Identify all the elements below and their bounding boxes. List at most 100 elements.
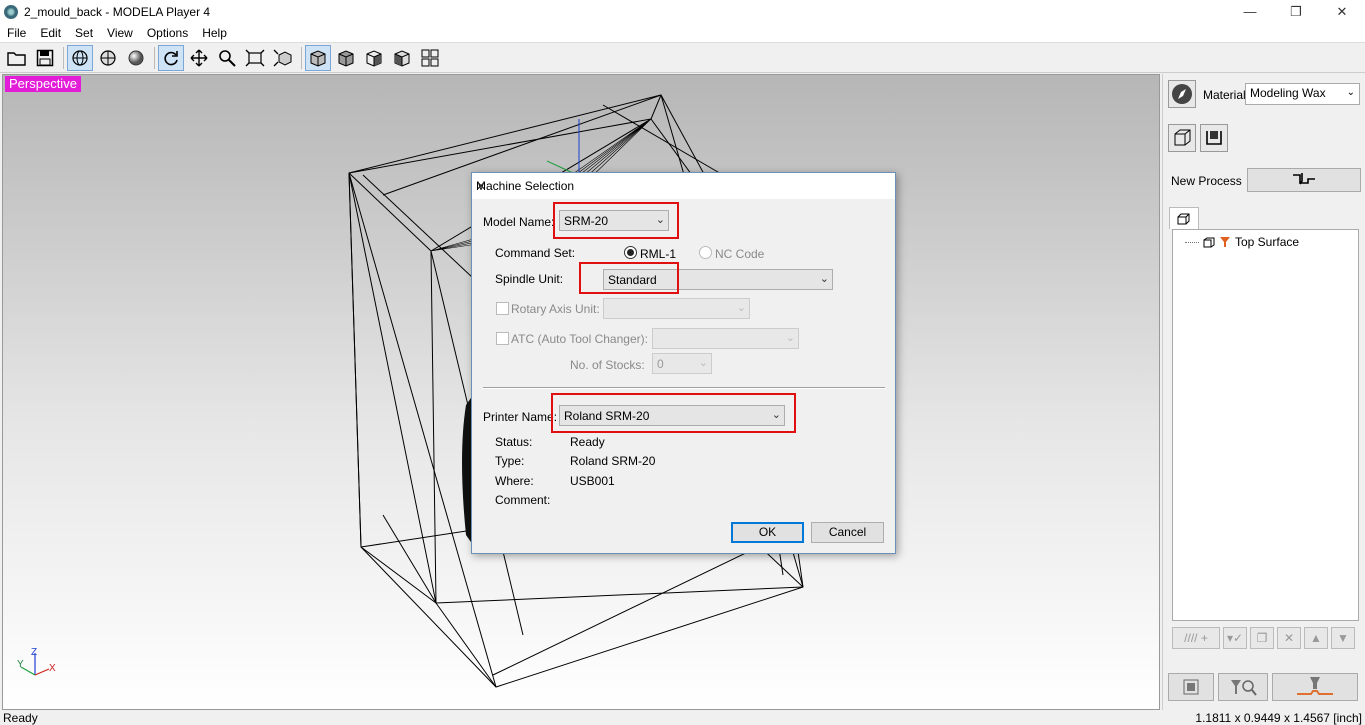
menu-set[interactable]: Set xyxy=(68,26,100,40)
model-dimensions: 1.1811 x 0.9449 x 1.4567 [inch] xyxy=(1195,711,1362,725)
cut-output-icon[interactable] xyxy=(1272,673,1358,701)
menu-help[interactable]: Help xyxy=(195,26,234,40)
menu-bar: File Edit Set View Options Help xyxy=(0,23,1365,43)
zoom-icon[interactable] xyxy=(214,45,240,71)
cancel-button[interactable]: Cancel xyxy=(811,522,884,543)
pan-icon[interactable] xyxy=(186,45,212,71)
copy-icon[interactable]: ❐ xyxy=(1250,627,1274,649)
cutting-tool-icon xyxy=(1220,237,1230,247)
origin-button[interactable] xyxy=(1200,124,1228,152)
process-tab[interactable] xyxy=(1169,207,1199,229)
model-name-label: Model Name: xyxy=(483,215,555,229)
front-cube-icon[interactable] xyxy=(305,45,331,71)
move-down-icon[interactable]: ▼ xyxy=(1331,627,1355,649)
highlight-box xyxy=(551,393,796,433)
status-bar: Ready 1.1811 x 0.9449 x 1.4567 [inch] xyxy=(0,711,1365,725)
status-text: Ready xyxy=(3,711,38,725)
open-folder-icon[interactable] xyxy=(4,45,30,71)
where-value: USB001 xyxy=(570,474,615,488)
top-cube-icon[interactable] xyxy=(333,45,359,71)
new-process-button[interactable] xyxy=(1247,168,1361,192)
zoom-extents-icon[interactable] xyxy=(270,45,296,71)
chevron-down-icon: ⌄ xyxy=(785,332,795,344)
window-title: 2_mould_back - MODELA Player 4 xyxy=(24,4,211,19)
process-tree: Top Surface xyxy=(1172,229,1359,621)
compass-icon xyxy=(1172,84,1192,104)
chevron-down-icon: ⌄ xyxy=(698,357,708,369)
rml1-label: RML-1 xyxy=(640,247,677,261)
new-process-label: New Process xyxy=(1171,174,1242,188)
highlight-box xyxy=(553,202,679,239)
rotary-axis-label: Rotary Axis Unit: xyxy=(511,302,600,316)
multi-view-icon[interactable] xyxy=(417,45,443,71)
rml1-radio[interactable] xyxy=(624,246,637,259)
material-button[interactable] xyxy=(1168,80,1196,108)
type-value: Roland SRM-20 xyxy=(570,454,656,468)
process-panel: Material Modeling Wax ⌄ New Process Top S… xyxy=(1162,74,1365,710)
status-value: Ready xyxy=(570,435,605,449)
tree-toolbar: //// + ▾✓ ❐ ✕ ▲ ▼ xyxy=(1172,627,1355,649)
atc-checkbox[interactable] xyxy=(496,332,509,345)
material-label: Material xyxy=(1203,88,1246,102)
chevron-down-icon: ⌄ xyxy=(1346,87,1355,98)
menu-view[interactable]: View xyxy=(100,26,140,40)
title-bar: 2_mould_back - MODELA Player 4 — ❐ ✕ xyxy=(0,0,1365,23)
toolbar xyxy=(0,44,1365,73)
iso-cube-icon[interactable] xyxy=(389,45,415,71)
tree-item-label: Top Surface xyxy=(1235,235,1300,249)
move-up-icon[interactable]: ▲ xyxy=(1304,627,1328,649)
output-toolbar xyxy=(1168,673,1358,701)
menu-options[interactable]: Options xyxy=(140,26,195,40)
surface-view-icon[interactable] xyxy=(95,45,121,71)
ok-button[interactable]: OK xyxy=(731,522,804,543)
stocks-select[interactable]: 0 ⌄ xyxy=(652,353,712,374)
wireframe-view-icon[interactable] xyxy=(67,45,93,71)
tray-icon xyxy=(1206,131,1222,145)
model-size-button[interactable] xyxy=(1168,124,1196,152)
nc-code-label: NC Code xyxy=(715,247,765,261)
rotate-icon[interactable] xyxy=(158,45,184,71)
restore-button[interactable]: ❐ xyxy=(1273,0,1319,23)
atc-select[interactable]: ⌄ xyxy=(652,328,799,349)
axis-z-label: Z xyxy=(31,647,37,658)
edit-tool-button[interactable]: ▾✓ xyxy=(1223,627,1247,649)
shaded-view-icon[interactable] xyxy=(123,45,149,71)
tree-item-top-surface[interactable]: Top Surface xyxy=(1185,235,1299,249)
dialog-title-bar: Machine Selection ✕ xyxy=(472,173,895,199)
close-icon[interactable]: ✕ xyxy=(476,179,888,193)
material-select[interactable]: Modeling Wax ⌄ xyxy=(1245,83,1360,105)
app-icon xyxy=(4,4,18,19)
cube-stack-icon xyxy=(1203,237,1215,247)
menu-file[interactable]: File xyxy=(0,26,33,40)
highlight-box xyxy=(579,262,679,294)
fit-view-icon[interactable] xyxy=(242,45,268,71)
chevron-down-icon: ⌄ xyxy=(819,273,829,285)
process-wizard-icon xyxy=(1293,173,1315,185)
menu-edit[interactable]: Edit xyxy=(33,26,68,40)
printer-name-label: Printer Name: xyxy=(483,410,558,424)
rotary-axis-select[interactable]: ⌄ xyxy=(603,298,750,319)
comment-label: Comment: xyxy=(495,493,551,507)
cube-stack-icon xyxy=(1177,213,1190,224)
spindle-unit-label: Spindle Unit: xyxy=(495,272,564,286)
machine-selection-dialog: Machine Selection ✕ Model Name: SRM-20 ⌄ … xyxy=(471,172,896,554)
side-cube-icon[interactable] xyxy=(361,45,387,71)
where-label: Where: xyxy=(495,474,534,488)
status-label: Status: xyxy=(495,435,533,449)
stop-icon[interactable] xyxy=(1168,673,1214,701)
axis-indicator-icon: Y Z X xyxy=(17,647,56,676)
minimize-button[interactable]: — xyxy=(1227,0,1273,23)
axis-y-label: Y xyxy=(17,659,24,670)
rotary-axis-checkbox[interactable] xyxy=(496,302,509,315)
type-label: Type: xyxy=(495,454,525,468)
delete-icon[interactable]: ✕ xyxy=(1277,627,1301,649)
stocks-label: No. of Stocks: xyxy=(570,358,645,372)
save-icon[interactable] xyxy=(32,45,58,71)
preview-cutting-icon[interactable] xyxy=(1218,673,1268,701)
nc-code-radio[interactable] xyxy=(699,246,712,259)
close-window-button[interactable]: ✕ xyxy=(1319,0,1365,23)
box-icon xyxy=(1174,129,1191,146)
toolpath-preview-button[interactable]: //// + xyxy=(1172,627,1220,649)
command-set-label: Command Set: xyxy=(495,246,576,260)
atc-label: ATC (Auto Tool Changer): xyxy=(511,332,648,346)
